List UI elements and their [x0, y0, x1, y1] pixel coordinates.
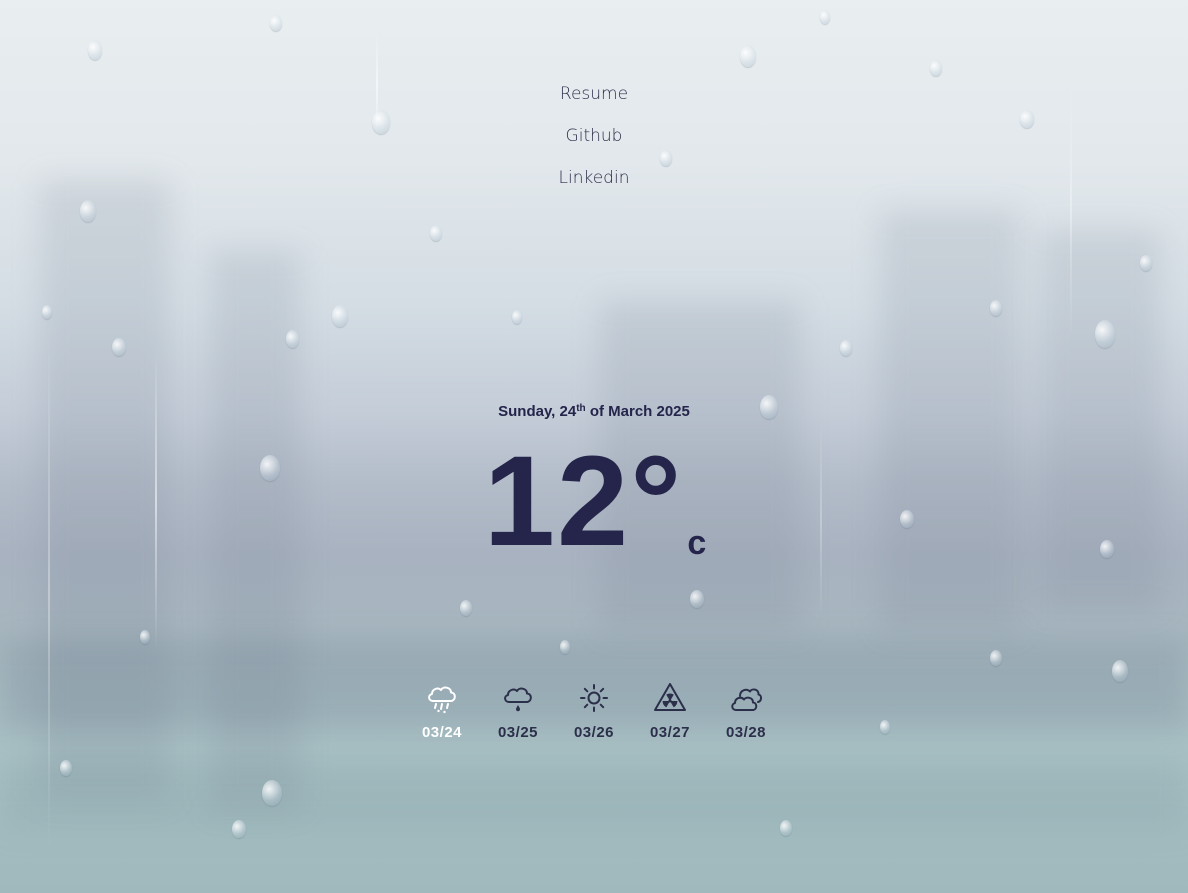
sun-icon [580, 684, 608, 712]
clouds-icon [731, 688, 763, 711]
forecast-day-label: 03/27 [649, 724, 691, 741]
forecast-day[interactable]: 03/26 [561, 680, 627, 741]
nav-link-resume[interactable]: Resume [560, 82, 628, 124]
top-nav: Resume Github Linkedin [0, 82, 1188, 208]
radiation-warning-icon [654, 683, 686, 711]
nav-link-github[interactable]: Github [566, 124, 623, 166]
forecast-strip: 03/24 03/25 03/26 03/27 03/28 [0, 680, 1188, 741]
forecast-day[interactable]: 03/27 [637, 680, 703, 741]
forecast-day[interactable]: 03/24 [409, 680, 475, 741]
forecast-day-label: 03/25 [497, 724, 539, 741]
forecast-day-label: 03/28 [725, 724, 767, 741]
date-ordinal: th [576, 403, 586, 414]
date-prefix: Sunday, 24 [498, 403, 577, 420]
date-suffix: of March 2025 [585, 403, 690, 420]
temperature-unit: c [687, 524, 707, 562]
forecast-day-label: 03/24 [421, 724, 463, 741]
cloud-rain-icon [428, 686, 456, 714]
current-date: Sunday, 24th of March 2025 [0, 403, 1188, 420]
current-temperature: 12° c [0, 438, 1188, 566]
nav-link-linkedin[interactable]: Linkedin [559, 166, 630, 208]
forecast-day[interactable]: 03/28 [713, 680, 779, 741]
forecast-day-label: 03/26 [573, 724, 615, 741]
forecast-day[interactable]: 03/25 [485, 680, 551, 741]
cloud-drizzle-icon [504, 687, 532, 712]
temperature-value: 12° [483, 430, 684, 573]
